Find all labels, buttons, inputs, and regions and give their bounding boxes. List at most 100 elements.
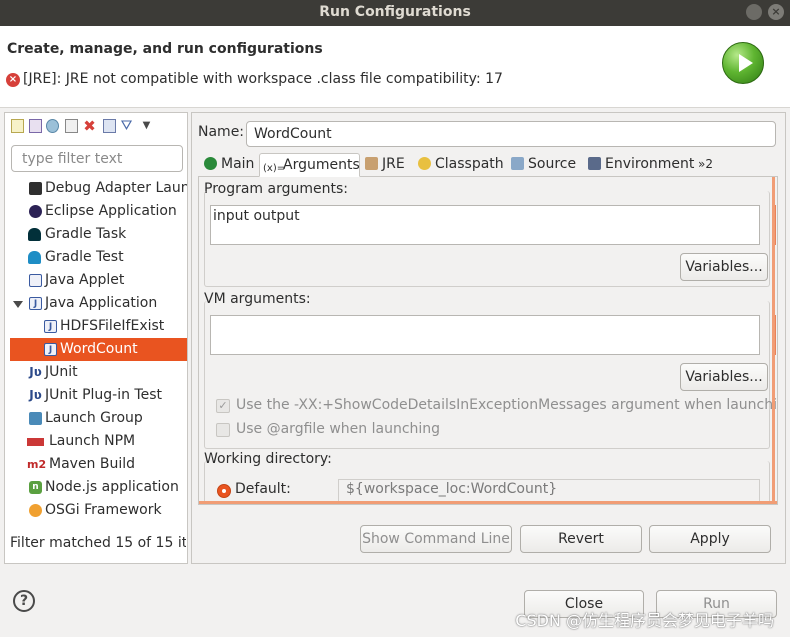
tree-item-launch-npm[interactable]: Launch NPM	[5, 430, 187, 453]
help-icon[interactable]: ?	[13, 590, 35, 612]
tab-main[interactable]: Main	[200, 153, 258, 177]
tab-label: Classpath	[435, 156, 504, 172]
npm-icon	[27, 438, 44, 446]
program-args-variables-button[interactable]: Variables...	[680, 253, 768, 281]
header-title: Create, manage, and run configurations	[7, 41, 323, 57]
osgi-icon	[29, 504, 42, 517]
junit-icon: Jʋ	[29, 365, 42, 379]
tree-item-label: Launch NPM	[49, 433, 136, 449]
nodejs-icon: n	[29, 481, 42, 494]
default-dir-radio[interactable]	[217, 484, 231, 498]
vm-args-textarea[interactable]	[210, 315, 760, 355]
source-tab-icon	[511, 157, 524, 170]
config-editor-pane: Name: Main (x)=Arguments JRE Classpath S…	[191, 112, 786, 564]
tab-arguments[interactable]: (x)=Arguments	[259, 153, 360, 177]
delete-icon[interactable]: ✖	[83, 119, 96, 134]
new-prototype-icon[interactable]	[29, 119, 42, 133]
tree-item-eclipse-application[interactable]: Eclipse Application	[5, 200, 187, 223]
java-app-icon: J	[44, 320, 57, 333]
program-args-group: input output Variables...	[204, 191, 776, 287]
tab-environment[interactable]: Environment	[586, 153, 695, 177]
revert-button[interactable]: Revert	[520, 525, 642, 553]
scroll-overflow-marker-right	[772, 177, 775, 503]
filter-input[interactable]	[11, 145, 183, 172]
tab-label: Environment	[605, 156, 695, 172]
window-title: Run Configurations	[319, 4, 471, 20]
tab-label: Arguments	[283, 157, 360, 173]
launch-group-icon	[29, 412, 42, 425]
tree-item-java-application[interactable]: J Java Application	[5, 292, 187, 315]
tree-item-label: Launch Group	[45, 410, 143, 426]
vm-args-variables-button[interactable]: Variables...	[680, 363, 768, 391]
close-window-icon[interactable]: ×	[768, 4, 784, 20]
java-app-icon: J	[44, 343, 57, 356]
scroll-overflow-marker-bottom	[199, 501, 777, 504]
view-menu-chevron-down-icon[interactable]: ▼	[140, 119, 153, 133]
tree-item-label: Eclipse Application	[45, 203, 177, 219]
tree-item-label: Java Application	[45, 295, 158, 311]
tab-label: Source	[528, 156, 577, 172]
tab-source[interactable]: Source	[509, 153, 585, 177]
dialog-header: Create, manage, and run configurations ×…	[0, 26, 790, 108]
tab-label: JRE	[382, 156, 405, 172]
name-input[interactable]	[246, 121, 776, 147]
tree-item-launch-group[interactable]: Launch Group	[5, 407, 187, 430]
java-applet-icon	[29, 274, 42, 287]
minimize-icon[interactable]	[746, 4, 762, 20]
collapse-all-icon[interactable]	[103, 119, 116, 133]
filter-icon[interactable]: ⛛	[120, 119, 133, 133]
new-config-icon[interactable]	[11, 119, 24, 133]
tree-item-label: Gradle Test	[45, 249, 124, 265]
tab-strip: Main (x)=Arguments JRE Classpath Source …	[198, 153, 778, 177]
argfile-checkbox[interactable]	[216, 423, 230, 437]
tree-item-junit[interactable]: Jʋ JUnit	[5, 361, 187, 384]
tab-jre[interactable]: JRE	[363, 153, 411, 177]
tree-toolbar: ✖ ⛛ ▼	[9, 117, 179, 137]
tree-item-label: Gradle Task	[45, 226, 127, 242]
tree-item-label: Debug Adapter Launcher	[45, 180, 187, 196]
program-args-textarea[interactable]: input output	[210, 205, 760, 245]
error-message: [JRE]: JRE not compatible with workspace…	[23, 71, 503, 87]
apply-button[interactable]: Apply	[649, 525, 771, 553]
vm-args-group: Variables... ✓ Use the -XX:+ShowCodeDeta…	[204, 301, 777, 449]
tree-item-label: OSGi Framework	[45, 502, 162, 518]
show-code-details-checkbox[interactable]: ✓	[216, 399, 230, 413]
filter-status: Filter matched 15 of 15 items	[10, 535, 186, 551]
tree-item-maven-build[interactable]: m2 Maven Build	[5, 453, 187, 476]
arguments-tab-icon: (x)=	[263, 163, 286, 174]
show-command-line-button[interactable]: Show Command Line	[360, 525, 512, 553]
maven-icon: m2	[27, 458, 47, 471]
error-icon: ×	[6, 73, 20, 87]
tree-item-osgi-framework[interactable]: OSGi Framework	[5, 499, 187, 522]
launch-config-tree-pane: ✖ ⛛ ▼ Debug Adapter Launcher Eclipse App…	[4, 112, 188, 564]
tree-item-label: JUnit Plug-in Test	[45, 387, 163, 403]
tab-overflow[interactable]: »2	[698, 153, 722, 177]
default-dir-label: Default:	[235, 481, 291, 497]
tree-item-debug-adapter-launcher[interactable]: Debug Adapter Launcher	[5, 177, 187, 200]
classpath-tab-icon	[418, 157, 431, 170]
argfile-label: Use @argfile when launching	[236, 421, 441, 437]
arguments-tab-body: Program arguments: input output Variable…	[198, 177, 778, 505]
debug-adapter-icon	[29, 182, 42, 195]
tree-item-gradle-task[interactable]: Gradle Task	[5, 223, 187, 246]
play-triangle-icon	[739, 54, 753, 72]
java-app-icon: J	[29, 297, 42, 310]
jre-tab-icon	[365, 157, 378, 170]
tree-item-label: Node.js application	[45, 479, 179, 495]
tab-label: Main	[221, 156, 255, 172]
expand-chevron-down-icon[interactable]	[13, 301, 23, 308]
eclipse-icon	[29, 205, 42, 218]
tree-item-gradle-test[interactable]: Gradle Test	[5, 246, 187, 269]
tree-item-junit-plug-in-test[interactable]: Jʋ JUnit Plug-in Test	[5, 384, 187, 407]
main-tab-icon	[204, 157, 217, 170]
tab-classpath[interactable]: Classpath	[416, 153, 508, 177]
tree-item-java-applet[interactable]: Java Applet	[5, 269, 187, 292]
watermark: CSDN @仿生程序员会梦见电子羊吗	[515, 611, 774, 630]
tree-item-label: JUnit	[45, 364, 78, 380]
duplicate-icon[interactable]	[65, 119, 78, 133]
tree-item-wordcount[interactable]: J WordCount	[10, 338, 187, 361]
export-icon[interactable]	[46, 119, 59, 133]
tree-item-hdfsfileifexist[interactable]: J HDFSFileIfExist	[5, 315, 187, 338]
working-dir-group: Default: ${workspace_loc:WordCount}	[204, 461, 770, 504]
tree-item-nodejs-application[interactable]: n Node.js application	[5, 476, 187, 499]
